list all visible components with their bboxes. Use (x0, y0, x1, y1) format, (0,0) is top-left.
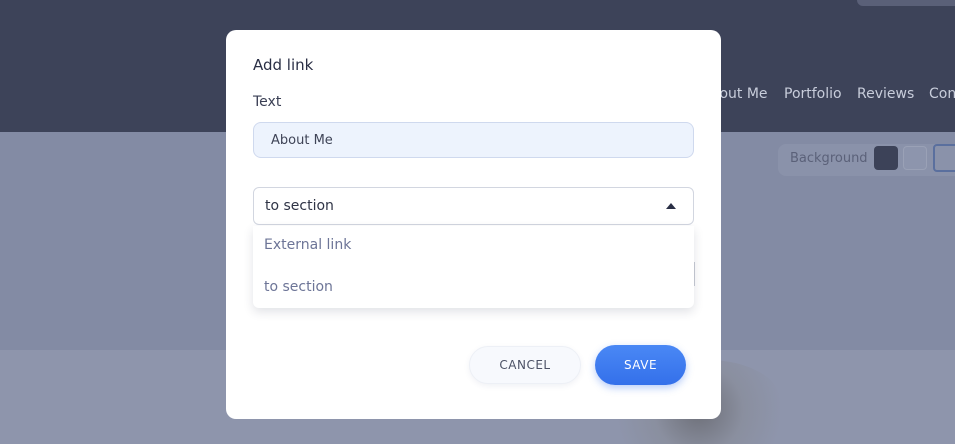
nav-item-reviews: Reviews (857, 86, 915, 102)
nav-item-contacts: Contacts (929, 86, 955, 102)
link-type-dropdown: External link to section (253, 226, 694, 308)
background-label: Background (790, 151, 868, 166)
save-button[interactable]: SAVE (595, 345, 686, 385)
background-swatch-light (903, 146, 927, 170)
option-to-section[interactable]: to section (264, 279, 333, 295)
link-text-input[interactable] (253, 122, 694, 158)
background-swatch-outline (933, 144, 955, 172)
link-type-selected: to section (265, 198, 334, 214)
dialog-title: Add link (253, 56, 314, 74)
caret-up-icon (666, 203, 676, 209)
link-type-select[interactable]: to section (253, 187, 694, 225)
page: About Me Portfolio Reviews Contacts Back… (0, 0, 955, 444)
option-external-link[interactable]: External link (264, 237, 351, 253)
text-field-label: Text (253, 94, 282, 110)
header-top-button (857, 0, 955, 6)
add-link-dialog: Add link Text to section External link t… (226, 30, 721, 419)
background-swatch-dark (874, 146, 898, 170)
cancel-button[interactable]: CANCEL (469, 346, 581, 384)
nav-item-portfolio: Portfolio (784, 86, 842, 102)
